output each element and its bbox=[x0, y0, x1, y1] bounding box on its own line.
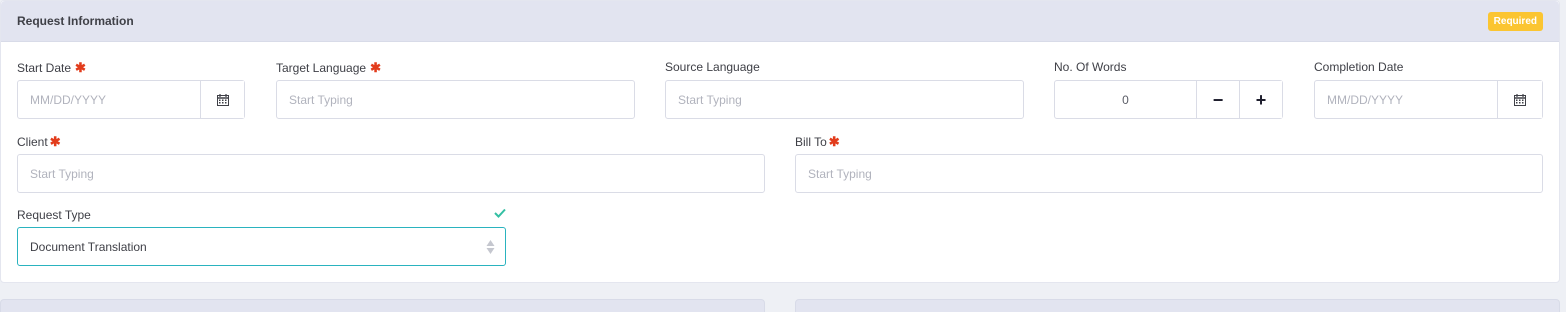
start-date-placeholder: MM/DD/YYYY bbox=[30, 93, 107, 107]
words-value[interactable]: 0 bbox=[1055, 93, 1196, 107]
start-date-field[interactable]: MM/DD/YYYY bbox=[17, 80, 245, 119]
panel-title: Request Information bbox=[17, 14, 134, 28]
source-language-label: Source Language bbox=[665, 60, 760, 74]
bill-to-placeholder: Start Typing bbox=[808, 167, 872, 181]
words-label: No. Of Words bbox=[1054, 60, 1127, 74]
completion-date-placeholder: MM/DD/YYYY bbox=[1327, 93, 1404, 107]
target-language-label: Target Language ✱ bbox=[276, 60, 381, 75]
words-stepper[interactable]: 0 − + bbox=[1054, 80, 1283, 119]
next-panel-left bbox=[0, 299, 765, 312]
required-mark: ✱ bbox=[828, 134, 840, 149]
decrement-button[interactable]: − bbox=[1196, 81, 1239, 118]
select-arrows-icon bbox=[486, 240, 495, 254]
source-language-placeholder: Start Typing bbox=[678, 93, 742, 107]
minus-icon: − bbox=[1212, 89, 1224, 110]
client-placeholder: Start Typing bbox=[30, 167, 94, 181]
calendar-icon bbox=[216, 93, 229, 106]
next-panel-right bbox=[795, 299, 1560, 312]
client-input[interactable]: Start Typing bbox=[17, 154, 765, 193]
required-badge: Required bbox=[1487, 12, 1543, 31]
client-label: Client ✱ bbox=[17, 134, 61, 149]
request-type-value: Document Translation bbox=[30, 240, 147, 254]
required-mark: ✱ bbox=[370, 60, 381, 75]
calendar-icon bbox=[1514, 93, 1526, 106]
completion-date-field[interactable]: MM/DD/YYYY bbox=[1314, 80, 1543, 119]
start-date-calendar-button[interactable] bbox=[200, 81, 244, 118]
plus-icon: + bbox=[1255, 89, 1267, 110]
required-mark: ✱ bbox=[49, 134, 61, 149]
completion-date-label: Completion Date bbox=[1314, 60, 1404, 74]
completion-date-calendar-button[interactable] bbox=[1497, 81, 1542, 118]
required-mark: ✱ bbox=[75, 60, 86, 75]
check-icon bbox=[494, 208, 506, 218]
request-type-label: Request Type bbox=[17, 208, 91, 222]
start-date-label: Start Date ✱ bbox=[17, 60, 86, 75]
source-language-input[interactable]: Start Typing bbox=[665, 80, 1024, 119]
bill-to-input[interactable]: Start Typing bbox=[795, 154, 1543, 193]
increment-button[interactable]: + bbox=[1239, 81, 1282, 118]
panel-header: Request Information Required bbox=[1, 1, 1559, 42]
bill-to-label: Bill To ✱ bbox=[795, 134, 840, 149]
target-language-placeholder: Start Typing bbox=[289, 93, 353, 107]
request-type-select[interactable]: Document Translation bbox=[17, 227, 506, 266]
target-language-input[interactable]: Start Typing bbox=[276, 80, 635, 119]
